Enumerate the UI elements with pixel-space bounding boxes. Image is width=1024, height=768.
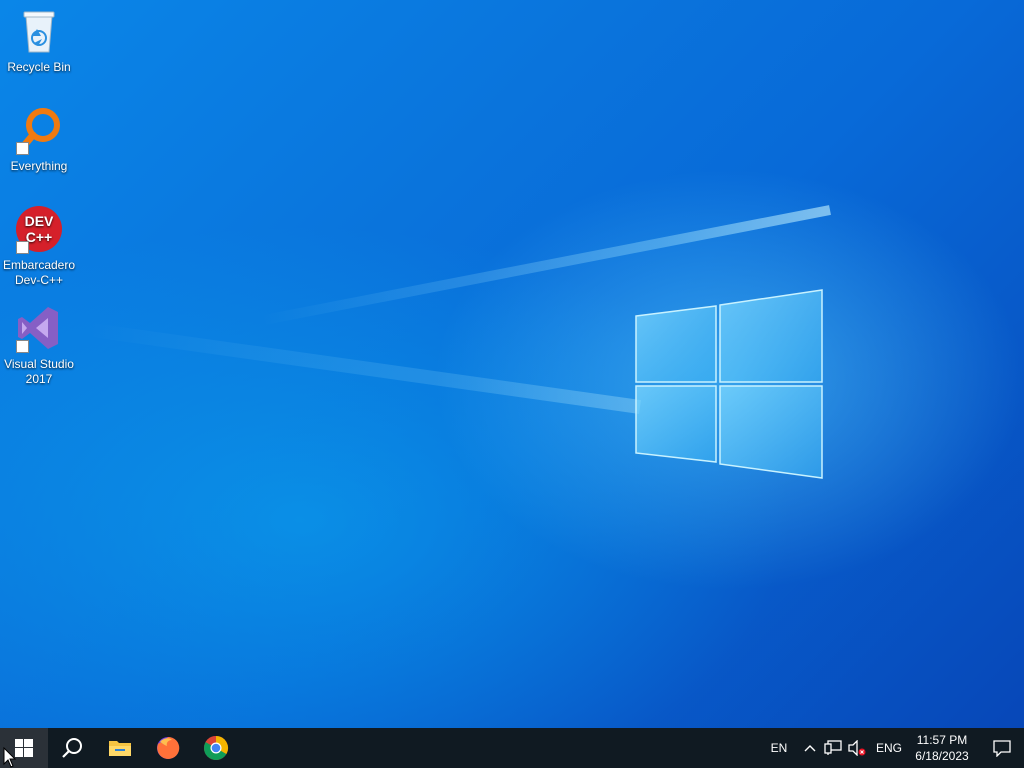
action-center-button[interactable] (980, 728, 1024, 768)
firefox-icon (157, 736, 180, 759)
shortcut-arrow-icon (16, 142, 29, 155)
system-tray: EN ENG 11:57 PM 6/18/2023 (764, 728, 1024, 768)
desktop-icon-label: Embarcadero Dev-C++ (2, 258, 76, 287)
windows-logo-wallpaper (635, 289, 823, 479)
search-button[interactable] (48, 728, 96, 768)
shortcut-arrow-icon (16, 241, 29, 254)
speaker-muted-icon (848, 740, 866, 756)
clock-date: 6/18/2023 (915, 749, 969, 763)
folder-icon (109, 741, 131, 756)
network-icon (824, 740, 842, 755)
chrome-icon (204, 736, 229, 761)
desktop-icon-recycle-bin[interactable]: Recycle Bin (1, 6, 77, 75)
taskbar-app-file-explorer[interactable] (96, 728, 144, 768)
taskbar-app-chrome[interactable] (192, 728, 240, 768)
notification-icon (993, 740, 1011, 757)
search-icon (62, 738, 82, 758)
input-indicator[interactable]: EN (764, 728, 794, 768)
input-indicator-label: EN (770, 741, 788, 755)
desktop-icon-everything[interactable]: Everything (1, 105, 77, 174)
language-label: ENG (875, 741, 902, 755)
language-indicator[interactable]: ENG (872, 728, 906, 768)
desktop-icon-label: Visual Studio 2017 (4, 357, 74, 386)
show-hidden-icons-button[interactable] (800, 728, 820, 768)
taskbar-app-firefox[interactable] (144, 728, 192, 768)
svg-text:C++: C++ (26, 229, 52, 245)
desktop-icon-dev-cpp[interactable]: DEV C++ Embarcadero Dev-C++ (1, 204, 77, 288)
windows-start-icon (15, 739, 33, 757)
light-beam (84, 322, 641, 414)
desktop-icon-label: Recycle Bin (7, 60, 71, 74)
desktop-icon-visual-studio[interactable]: Visual Studio 2017 (1, 303, 77, 387)
chevron-up-icon (804, 745, 816, 752)
taskbar: EN ENG 11:57 PM 6/18/2023 (0, 728, 1024, 768)
clock-time: 11:57 PM (916, 733, 968, 747)
clock[interactable]: 11:57 PM 6/18/2023 (912, 728, 972, 768)
network-button[interactable] (820, 728, 846, 768)
volume-button[interactable] (846, 728, 868, 768)
shortcut-arrow-icon (16, 340, 29, 353)
svg-text:DEV: DEV (25, 213, 54, 229)
mouse-cursor (3, 747, 17, 768)
desktop-icon-label: Everything (10, 159, 68, 173)
desktop-background[interactable]: Recycle Bin Everything DEV C++ Embarcade… (0, 0, 1024, 728)
recycle-bin-icon (23, 11, 55, 53)
